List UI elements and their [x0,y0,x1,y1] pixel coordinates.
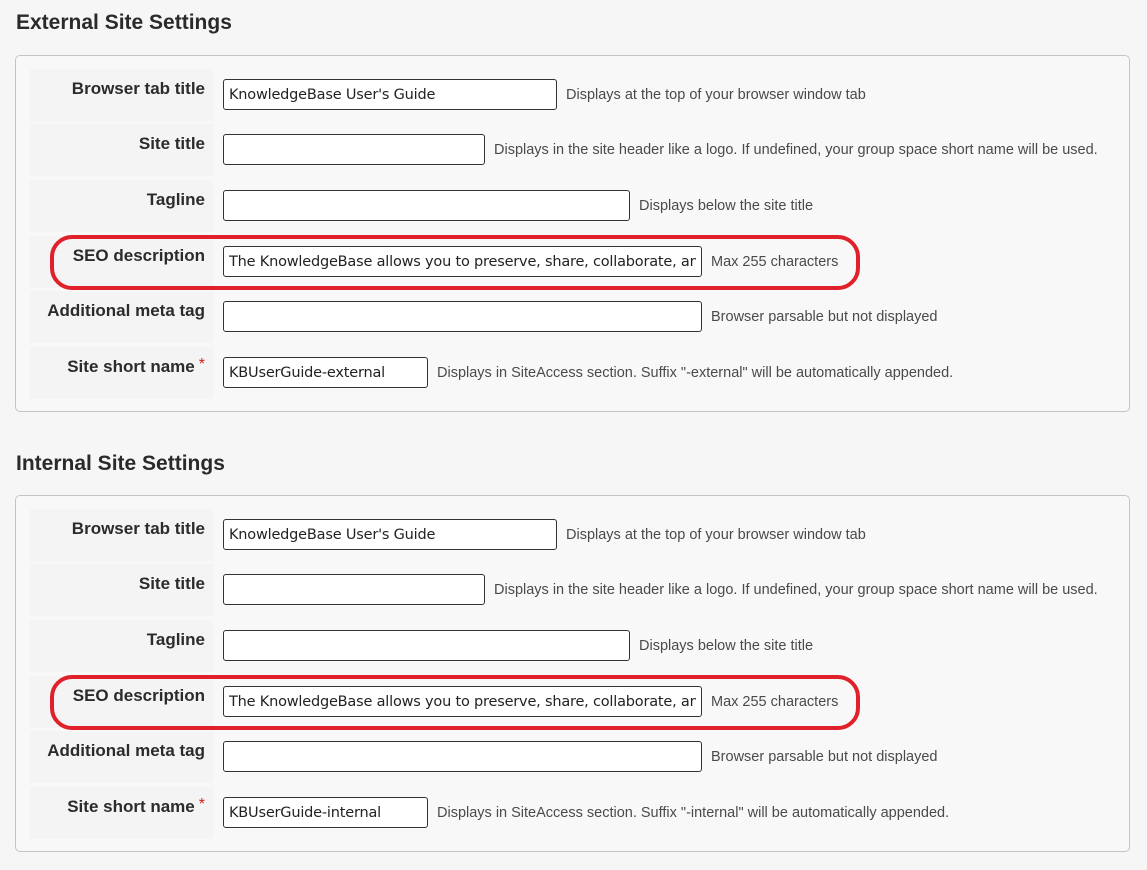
internal-browser-tab-title-input[interactable] [223,519,557,550]
external-settings-panel: Browser tab title Displays at the top of… [15,55,1130,412]
site-short-name-label: Site short name * [67,356,205,376]
additional-meta-tag-label: Additional meta tag [47,741,205,760]
browser-tab-title-hint: Displays at the top of your browser wind… [566,527,866,543]
site-short-name-label: Site short name * [67,796,205,816]
external-seo-description-input[interactable] [223,246,702,277]
short-name-hint: Displays in SiteAccess section. Suffix "… [437,805,950,821]
tagline-hint: Displays below the site title [639,198,814,214]
meta-tag-hint: Browser parsable but not displayed [711,749,938,765]
external-short-name-input[interactable] [223,357,428,388]
internal-tagline-input[interactable] [223,630,630,661]
tagline-label: Tagline [146,630,205,649]
required-asterisk-icon: * [198,356,205,373]
site-settings-page: External Site Settings Browser tab title… [0,0,1147,870]
external-browser-tab-title-input[interactable] [223,79,557,110]
browser-tab-title-label: Browser tab title [71,79,205,98]
internal-seo-description-row: SEO description Max 255 characters [30,676,1120,728]
internal-short-name-row: Site short name* Displays in SiteAccess … [30,787,1120,839]
seo-description-hint: Max 255 characters [711,254,839,270]
site-title-hint: Displays in the site header like a logo.… [494,582,1098,598]
internal-meta-tag-input[interactable] [223,741,702,772]
site-title-label: Site title [138,134,205,153]
external-browser-tab-title-row: Browser tab title Displays at the top of… [30,69,1120,121]
additional-meta-tag-label: Additional meta tag [47,301,205,320]
seo-description-label: SEO description [72,686,205,705]
internal-tagline-row: Tagline Displays below the site title [30,620,1120,672]
internal-site-title-input[interactable] [223,574,485,605]
external-short-name-row: Site short name* Displays in SiteAccess … [30,347,1120,399]
internal-meta-tag-row: Additional meta tag Browser parsable but… [30,731,1120,783]
external-meta-tag-input[interactable] [223,301,702,332]
external-meta-tag-row: Additional meta tag Browser parsable but… [30,291,1120,343]
internal-section-title: Internal Site Settings [16,452,225,475]
internal-site-title-row: Site title Displays in the site header l… [30,564,1120,616]
browser-tab-title-label: Browser tab title [71,519,205,538]
required-asterisk-icon: * [198,796,205,813]
seo-description-hint: Max 255 characters [711,694,839,710]
browser-tab-title-hint: Displays at the top of your browser wind… [566,87,866,103]
meta-tag-hint: Browser parsable but not displayed [711,309,938,325]
external-section-title: External Site Settings [16,11,232,34]
tagline-hint: Displays below the site title [639,638,814,654]
internal-settings-panel: Browser tab title Displays at the top of… [15,495,1130,852]
internal-short-name-input[interactable] [223,797,428,828]
site-title-label: Site title [138,574,205,593]
internal-seo-description-input[interactable] [223,686,702,717]
external-tagline-input[interactable] [223,190,630,221]
tagline-label: Tagline [146,190,205,209]
external-seo-description-row: SEO description Max 255 characters [30,236,1120,288]
external-site-title-row: Site title Displays in the site header l… [30,124,1120,176]
short-name-hint: Displays in SiteAccess section. Suffix "… [437,365,954,381]
external-tagline-row: Tagline Displays below the site title [30,180,1120,232]
site-title-hint: Displays in the site header like a logo.… [494,142,1098,158]
external-site-title-input[interactable] [223,134,485,165]
seo-description-label: SEO description [72,246,205,265]
internal-browser-tab-title-row: Browser tab title Displays at the top of… [30,509,1120,561]
